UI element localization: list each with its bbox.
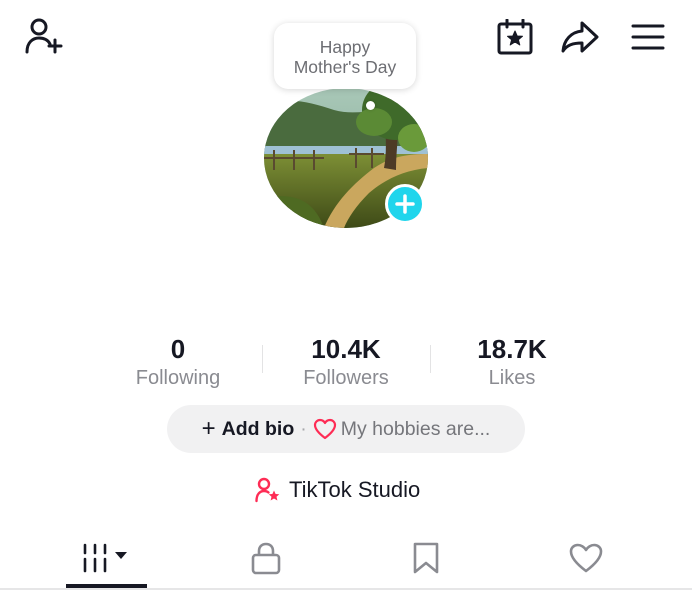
tab-saved[interactable] <box>396 532 456 584</box>
note-bubble[interactable]: Happy Mother's Day <box>274 23 416 89</box>
plus-icon: + <box>201 415 216 442</box>
stat-label: Followers <box>303 367 389 389</box>
stat-following[interactable]: 0 Following <box>98 334 258 390</box>
stat-divider <box>430 345 431 373</box>
stat-followers[interactable]: 10.4K Followers <box>266 334 426 390</box>
calendar-star-icon[interactable] <box>497 19 533 55</box>
plus-icon <box>395 194 415 214</box>
stat-label: Following <box>135 367 221 389</box>
add-user-icon[interactable] <box>24 16 64 56</box>
tab-videos[interactable] <box>66 532 147 584</box>
stat-likes[interactable]: 18.7K Likes <box>432 334 592 390</box>
share-icon[interactable] <box>560 20 600 54</box>
person-star-icon <box>255 477 280 503</box>
note-line-2: Mother's Day <box>293 57 397 77</box>
stat-value: 18.7K <box>477 334 547 364</box>
tiktok-studio-link[interactable]: TikTok Studio <box>255 474 420 506</box>
bio-separator: · <box>300 417 307 440</box>
tab-liked[interactable] <box>556 532 616 584</box>
add-bio-button[interactable]: + Add bio · My hobbies are... <box>167 405 525 453</box>
note-dot <box>366 101 375 110</box>
note-line-1: Happy <box>319 37 371 57</box>
menu-icon[interactable] <box>631 23 665 51</box>
stat-divider <box>262 345 263 373</box>
videos-grid-icon <box>83 543 127 573</box>
tab-private[interactable] <box>236 532 296 584</box>
add-avatar-button[interactable] <box>385 184 425 224</box>
bio-hint: My hobbies are... <box>340 417 491 440</box>
stat-value: 10.4K <box>311 334 381 364</box>
profile-avatar[interactable] <box>264 88 428 228</box>
heart-icon <box>569 543 603 573</box>
bookmark-icon <box>413 542 439 574</box>
heart-icon <box>313 418 337 440</box>
lock-icon <box>251 542 281 575</box>
add-bio-label: Add bio <box>221 417 295 440</box>
stat-label: Likes <box>488 367 536 389</box>
studio-label: TikTok Studio <box>289 477 421 502</box>
stat-value: 0 <box>170 334 186 364</box>
